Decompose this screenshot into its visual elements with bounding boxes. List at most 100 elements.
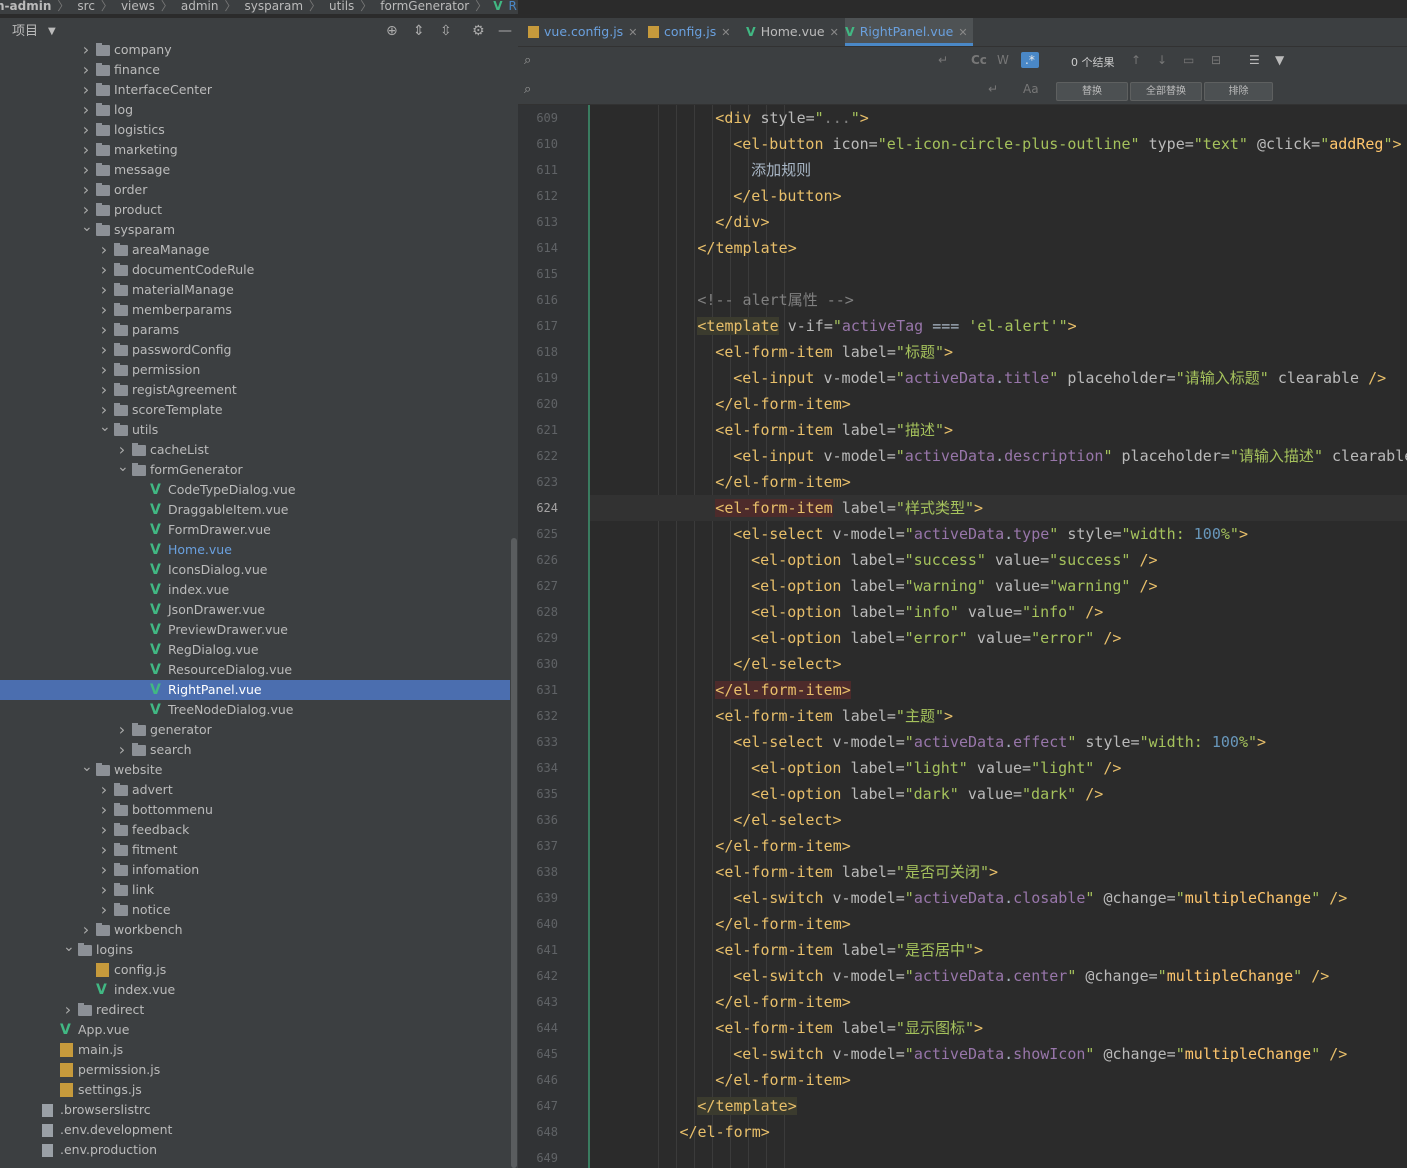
project-scrollbar[interactable]: [510, 40, 518, 1168]
tree-file[interactable]: Vindex.vue: [0, 580, 510, 600]
tree-file[interactable]: V FormDrawer.vue: [0, 520, 510, 540]
tree-folder[interactable]: › workbench: [0, 920, 510, 940]
tree-folder[interactable]: › generator: [0, 720, 510, 740]
tree-file[interactable]: Vindex.vue: [0, 980, 510, 1000]
tree-file[interactable]: V App.vue: [0, 1020, 510, 1040]
tree-file[interactable]: V DraggableItem.vue: [0, 500, 510, 520]
tree-folder[interactable]: › notice: [0, 900, 510, 920]
tree-folder[interactable]: › company: [0, 40, 510, 60]
words-toggle[interactable]: W: [997, 53, 1009, 67]
multiline-icon[interactable]: ⊟: [1211, 53, 1221, 67]
chevron-right-icon[interactable]: ›: [81, 40, 91, 60]
chevron-right-icon[interactable]: ›: [81, 180, 91, 200]
chevron-right-icon[interactable]: ›: [99, 360, 109, 380]
chevron-right-icon[interactable]: ›: [99, 860, 109, 880]
arrow-up-icon[interactable]: ↑: [1131, 53, 1141, 67]
tree-folder[interactable]: › logistics: [0, 120, 510, 140]
arrow-down-icon[interactable]: ↓: [1157, 53, 1167, 67]
tree-folder[interactable]: › marketing: [0, 140, 510, 160]
tree-folder[interactable]: › search: [0, 740, 510, 760]
chevron-right-icon[interactable]: ›: [99, 800, 109, 820]
tree-file[interactable]: V ResourceDialog.vue: [0, 660, 510, 680]
breadcrumb-item[interactable]: sysparam: [244, 0, 303, 12]
chevron-right-icon[interactable]: ›: [99, 400, 109, 420]
chevron-down-icon[interactable]: ⌄: [63, 940, 75, 954]
chevron-right-icon[interactable]: ›: [81, 80, 91, 100]
chevron-right-icon[interactable]: ›: [117, 720, 127, 740]
match-case-toggle[interactable]: Cc: [971, 53, 987, 67]
chevron-right-icon[interactable]: ›: [81, 920, 91, 940]
chevron-right-icon[interactable]: ›: [99, 900, 109, 920]
filter-icon[interactable]: ▼: [1275, 53, 1284, 67]
chevron-right-icon[interactable]: ›: [117, 440, 127, 460]
chevron-right-icon[interactable]: ›: [99, 260, 109, 280]
close-icon[interactable]: ✕: [721, 26, 730, 39]
chevron-right-icon[interactable]: ›: [99, 280, 109, 300]
replace-all-button[interactable]: 全部替换: [1130, 82, 1202, 101]
chevron-right-icon[interactable]: ›: [81, 60, 91, 80]
tree-folder[interactable]: › order: [0, 180, 510, 200]
chevron-right-icon[interactable]: ›: [81, 140, 91, 160]
line-number-gutter[interactable]: 609 610 611 612 613 614 615 616 617 618 619 620 621 6…: [518, 105, 607, 1168]
replace-button[interactable]: 替换: [1056, 82, 1128, 101]
tree-folder[interactable]: › registAgreement: [0, 380, 510, 400]
chevron-right-icon[interactable]: ›: [99, 780, 109, 800]
tree-folder[interactable]: › cacheList: [0, 440, 510, 460]
filter-lines-icon[interactable]: ☰: [1249, 53, 1260, 67]
tree-file[interactable]: permission.js: [0, 1060, 510, 1080]
editor-tab[interactable]: config.js ✕: [648, 18, 744, 46]
tree-folder[interactable]: › redirect: [0, 1000, 510, 1020]
tree-folder[interactable]: › materialManage: [0, 280, 510, 300]
chevron-right-icon[interactable]: ›: [99, 380, 109, 400]
tree-file[interactable]: V IconsDialog.vue: [0, 560, 510, 580]
tree-folder[interactable]: › params: [0, 320, 510, 340]
tree-folder[interactable]: ⌄ logins: [0, 940, 510, 960]
tree-file[interactable]: .env.development: [0, 1120, 510, 1140]
editor-tab[interactable]: V Home.vue ✕: [746, 18, 843, 46]
tree-folder[interactable]: › advert: [0, 780, 510, 800]
tree-file[interactable]: V RightPanel.vue: [0, 680, 510, 700]
tree-folder[interactable]: ⌄ formGenerator: [0, 460, 510, 480]
tree-file[interactable]: V TreeNodeDialog.vue: [0, 700, 510, 720]
tree-folder[interactable]: › bottommenu: [0, 800, 510, 820]
newline-icon[interactable]: ↵: [938, 53, 948, 67]
editor-tab[interactable]: V RightPanel.vue ✕: [845, 18, 973, 46]
chevron-right-icon[interactable]: ›: [99, 300, 109, 320]
tree-file[interactable]: V PreviewDrawer.vue: [0, 620, 510, 640]
tree-file[interactable]: V Home.vue: [0, 540, 510, 560]
tree-folder[interactable]: › areaManage: [0, 240, 510, 260]
tree-folder[interactable]: ⌄ website: [0, 760, 510, 780]
chevron-right-icon[interactable]: ›: [99, 320, 109, 340]
breadcrumb-item[interactable]: views: [121, 0, 155, 12]
tree-file[interactable]: .env.production: [0, 1140, 510, 1160]
tree-folder[interactable]: › log: [0, 100, 510, 120]
chevron-right-icon[interactable]: ›: [81, 120, 91, 140]
preserve-case-icon[interactable]: Aa: [1023, 82, 1039, 96]
editor-tab[interactable]: vue.config.js ✕: [528, 18, 646, 46]
replace-search-icon[interactable]: ⌕: [524, 82, 531, 97]
chevron-right-icon[interactable]: ›: [99, 240, 109, 260]
tree-folder[interactable]: › infomation: [0, 860, 510, 880]
search-icon[interactable]: ⌕: [524, 53, 531, 68]
exclude-button[interactable]: 排除: [1204, 82, 1273, 101]
chevron-down-icon[interactable]: ⌄: [99, 420, 111, 434]
breadcrumb-item[interactable]: formGenerator: [380, 0, 469, 12]
tree-folder[interactable]: › documentCodeRule: [0, 260, 510, 280]
chevron-down-icon[interactable]: ⌄: [81, 220, 93, 234]
tree-folder[interactable]: › memberparams: [0, 300, 510, 320]
replace-newline-icon[interactable]: ↵: [988, 82, 998, 96]
scrollbar-thumb[interactable]: [511, 538, 517, 1168]
tree-file[interactable]: V JsonDrawer.vue: [0, 600, 510, 620]
regex-toggle[interactable]: .*: [1021, 52, 1039, 68]
chevron-right-icon[interactable]: ›: [81, 100, 91, 120]
close-icon[interactable]: ✕: [830, 26, 839, 39]
tree-folder[interactable]: › InterfaceCenter: [0, 80, 510, 100]
select-all-icon[interactable]: ▭: [1183, 53, 1194, 67]
chevron-right-icon[interactable]: ›: [117, 740, 127, 760]
chevron-down-icon[interactable]: ⌄: [81, 760, 93, 774]
tree-file[interactable]: config.js: [0, 960, 510, 980]
tree-file[interactable]: V CodeTypeDialog.vue: [0, 480, 510, 500]
tree-folder[interactable]: › passwordConfig: [0, 340, 510, 360]
tree-folder[interactable]: › fitment: [0, 840, 510, 860]
tree-folder[interactable]: › link: [0, 880, 510, 900]
